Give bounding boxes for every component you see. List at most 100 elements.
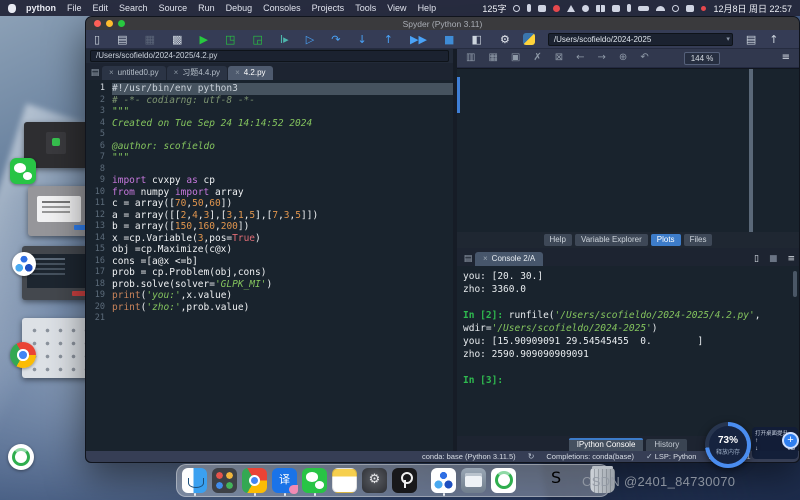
dock-item-chrome[interactable] (242, 466, 267, 496)
dock-item-notes[interactable] (332, 466, 357, 496)
conda-env-status[interactable]: conda: base (Python 3.11.5) (422, 452, 516, 461)
panel-tab-help[interactable]: Help (544, 234, 572, 246)
status-dot-icon[interactable] (701, 6, 706, 11)
next-plot-icon[interactable]: → (598, 53, 606, 63)
screenshot-icon[interactable] (612, 5, 620, 12)
display-icon[interactable] (686, 5, 694, 12)
dock-item-nutstore[interactable] (431, 466, 456, 496)
dock-item-passwords[interactable] (392, 466, 417, 496)
shapes-icon[interactable] (567, 5, 575, 12)
dictation-mic-icon[interactable] (527, 4, 531, 12)
interrupt-kernel-icon[interactable]: ■ (769, 255, 778, 264)
plots-scrollbar[interactable] (457, 77, 460, 113)
inspect-environment-icon[interactable]: ▯ (754, 255, 759, 264)
console-scrollbar[interactable] (793, 271, 797, 297)
run-selection-icon[interactable]: I▸ (280, 34, 289, 45)
bottom-tab-history[interactable]: History (646, 439, 687, 451)
save-all-plots-icon[interactable]: ▦ (488, 53, 497, 63)
editor-tab-4.2.py[interactable]: ×4.2.py (228, 66, 272, 80)
memory-gauge-widget[interactable]: 73% 释放内存 (705, 422, 751, 468)
close-tab-icon[interactable]: × (109, 68, 114, 77)
run-icon[interactable]: ▶ (199, 34, 207, 45)
menu-item-debug[interactable]: Debug (226, 3, 253, 13)
zoom-in-icon[interactable]: ⊕ (619, 53, 627, 63)
remove-plot-icon[interactable]: ✗ (533, 53, 541, 63)
ipython-console[interactable]: you: [20. 30.]zho: 3360.0In [2]: runfile… (457, 266, 799, 437)
window-thumbnail-editor[interactable] (22, 246, 94, 300)
dock-item-settings[interactable]: ⚙ (362, 466, 387, 496)
dock-item-launchpad[interactable] (212, 466, 237, 496)
stop-debug-icon[interactable]: ■ (444, 34, 454, 45)
open-working-dir-icon[interactable]: ▤ (746, 34, 756, 45)
previous-plot-icon[interactable]: ← (576, 53, 584, 63)
plots-thumbnail-splitter[interactable] (749, 69, 753, 232)
app-menu-python[interactable]: python (26, 3, 56, 13)
editor-tab-untitled0.py[interactable]: ×untitled0.py (102, 66, 166, 80)
parent-dir-icon[interactable]: ↑ (769, 34, 778, 45)
plot-zoom-level[interactable]: 144 % (684, 52, 721, 65)
new-file-icon[interactable]: ▯ (94, 34, 100, 45)
menu-item-run[interactable]: Run (198, 3, 215, 13)
menu-item-search[interactable]: Search (119, 3, 148, 13)
keyboard-icon[interactable] (538, 5, 546, 12)
plots-options-menu-icon[interactable]: ≡ (782, 53, 790, 63)
wechat-icon[interactable] (10, 158, 36, 184)
input-method-indicator[interactable]: 125字 (482, 2, 506, 15)
console-options-icon[interactable]: ≡ (787, 255, 795, 264)
menu-item-help[interactable]: Help (418, 3, 437, 13)
nutstore-icon[interactable] (12, 252, 36, 276)
open-file-icon[interactable]: ▤ (117, 34, 127, 45)
battery-icon[interactable] (638, 6, 649, 11)
maximize-pane-icon[interactable]: ◧ (471, 34, 481, 45)
undo-icon[interactable]: ↶ (640, 53, 648, 63)
panel-tab-variable-explorer[interactable]: Variable Explorer (575, 234, 648, 246)
browse-console-tabs-icon[interactable]: ▤ (461, 251, 475, 266)
continue-execution-icon[interactable]: ▶▶ (410, 34, 427, 45)
completions-status[interactable]: Completions: conda(base) (546, 452, 634, 461)
panel-tab-plots[interactable]: Plots (651, 234, 681, 246)
run-cell-advance-icon[interactable]: ◲ (252, 34, 262, 45)
menu-item-file[interactable]: File (67, 3, 82, 13)
menu-item-edit[interactable]: Edit (93, 3, 109, 13)
bottom-tab-ipython-console[interactable]: IPython Console (569, 438, 644, 451)
lsp-status[interactable]: LSP: Python (655, 452, 697, 461)
debug-icon[interactable]: ▷ (306, 34, 314, 45)
close-console-tab-icon[interactable]: × (483, 254, 488, 263)
dock-item-wechat[interactable] (302, 466, 327, 496)
apple-menu-icon[interactable] (8, 4, 16, 13)
paw-icon[interactable] (582, 5, 589, 12)
save-all-icon[interactable]: ▩ (172, 34, 182, 45)
menu-item-view[interactable]: View (387, 3, 406, 13)
screen-recording-icon[interactable] (553, 5, 560, 12)
copy-plot-icon[interactable]: ▣ (511, 53, 520, 63)
chrome-icon[interactable] (10, 342, 36, 368)
dock-item-green-ring[interactable] (491, 466, 516, 496)
panel-tab-files[interactable]: Files (684, 234, 713, 246)
close-tab-icon[interactable]: × (235, 68, 240, 77)
menu-item-projects[interactable]: Projects (312, 3, 345, 13)
run-cell-icon[interactable]: ◳ (225, 34, 235, 45)
search-icon[interactable] (672, 5, 679, 12)
dock-item-translate[interactable]: 译 (272, 466, 297, 496)
menu-item-tools[interactable]: Tools (355, 3, 376, 13)
dock-item-red-apple[interactable] (521, 466, 546, 496)
plots-canvas[interactable] (457, 68, 799, 232)
menu-item-source[interactable]: Source (159, 3, 188, 13)
close-tab-icon[interactable]: × (174, 68, 179, 77)
save-plot-icon[interactable]: ▥ (466, 53, 475, 63)
camera-icon[interactable] (513, 5, 520, 12)
menu-clock[interactable]: 12月8日 周日 22:57 (713, 2, 792, 15)
title-bar[interactable]: Spyder (Python 3.11) (86, 17, 799, 30)
file-breadcrumb[interactable]: /Users/scofieldo/2024-2025/4.2.py (90, 50, 449, 62)
green-ring-icon[interactable] (8, 444, 34, 470)
wifi-icon[interactable] (656, 6, 665, 11)
window-manager-icon[interactable] (596, 5, 605, 12)
save-icon[interactable]: ▦ (145, 34, 155, 45)
working-directory-select[interactable]: /Users/scofieldo/2024-2025 (548, 33, 733, 46)
step-out-icon[interactable]: ↑ (384, 34, 393, 45)
dock-item-finder[interactable] (182, 466, 207, 496)
step-over-icon[interactable]: ↷ (331, 34, 340, 45)
menu-item-consoles[interactable]: Consoles (263, 3, 301, 13)
bluetooth-icon[interactable] (627, 4, 631, 12)
remove-all-plots-icon[interactable]: ⊠ (555, 53, 563, 63)
